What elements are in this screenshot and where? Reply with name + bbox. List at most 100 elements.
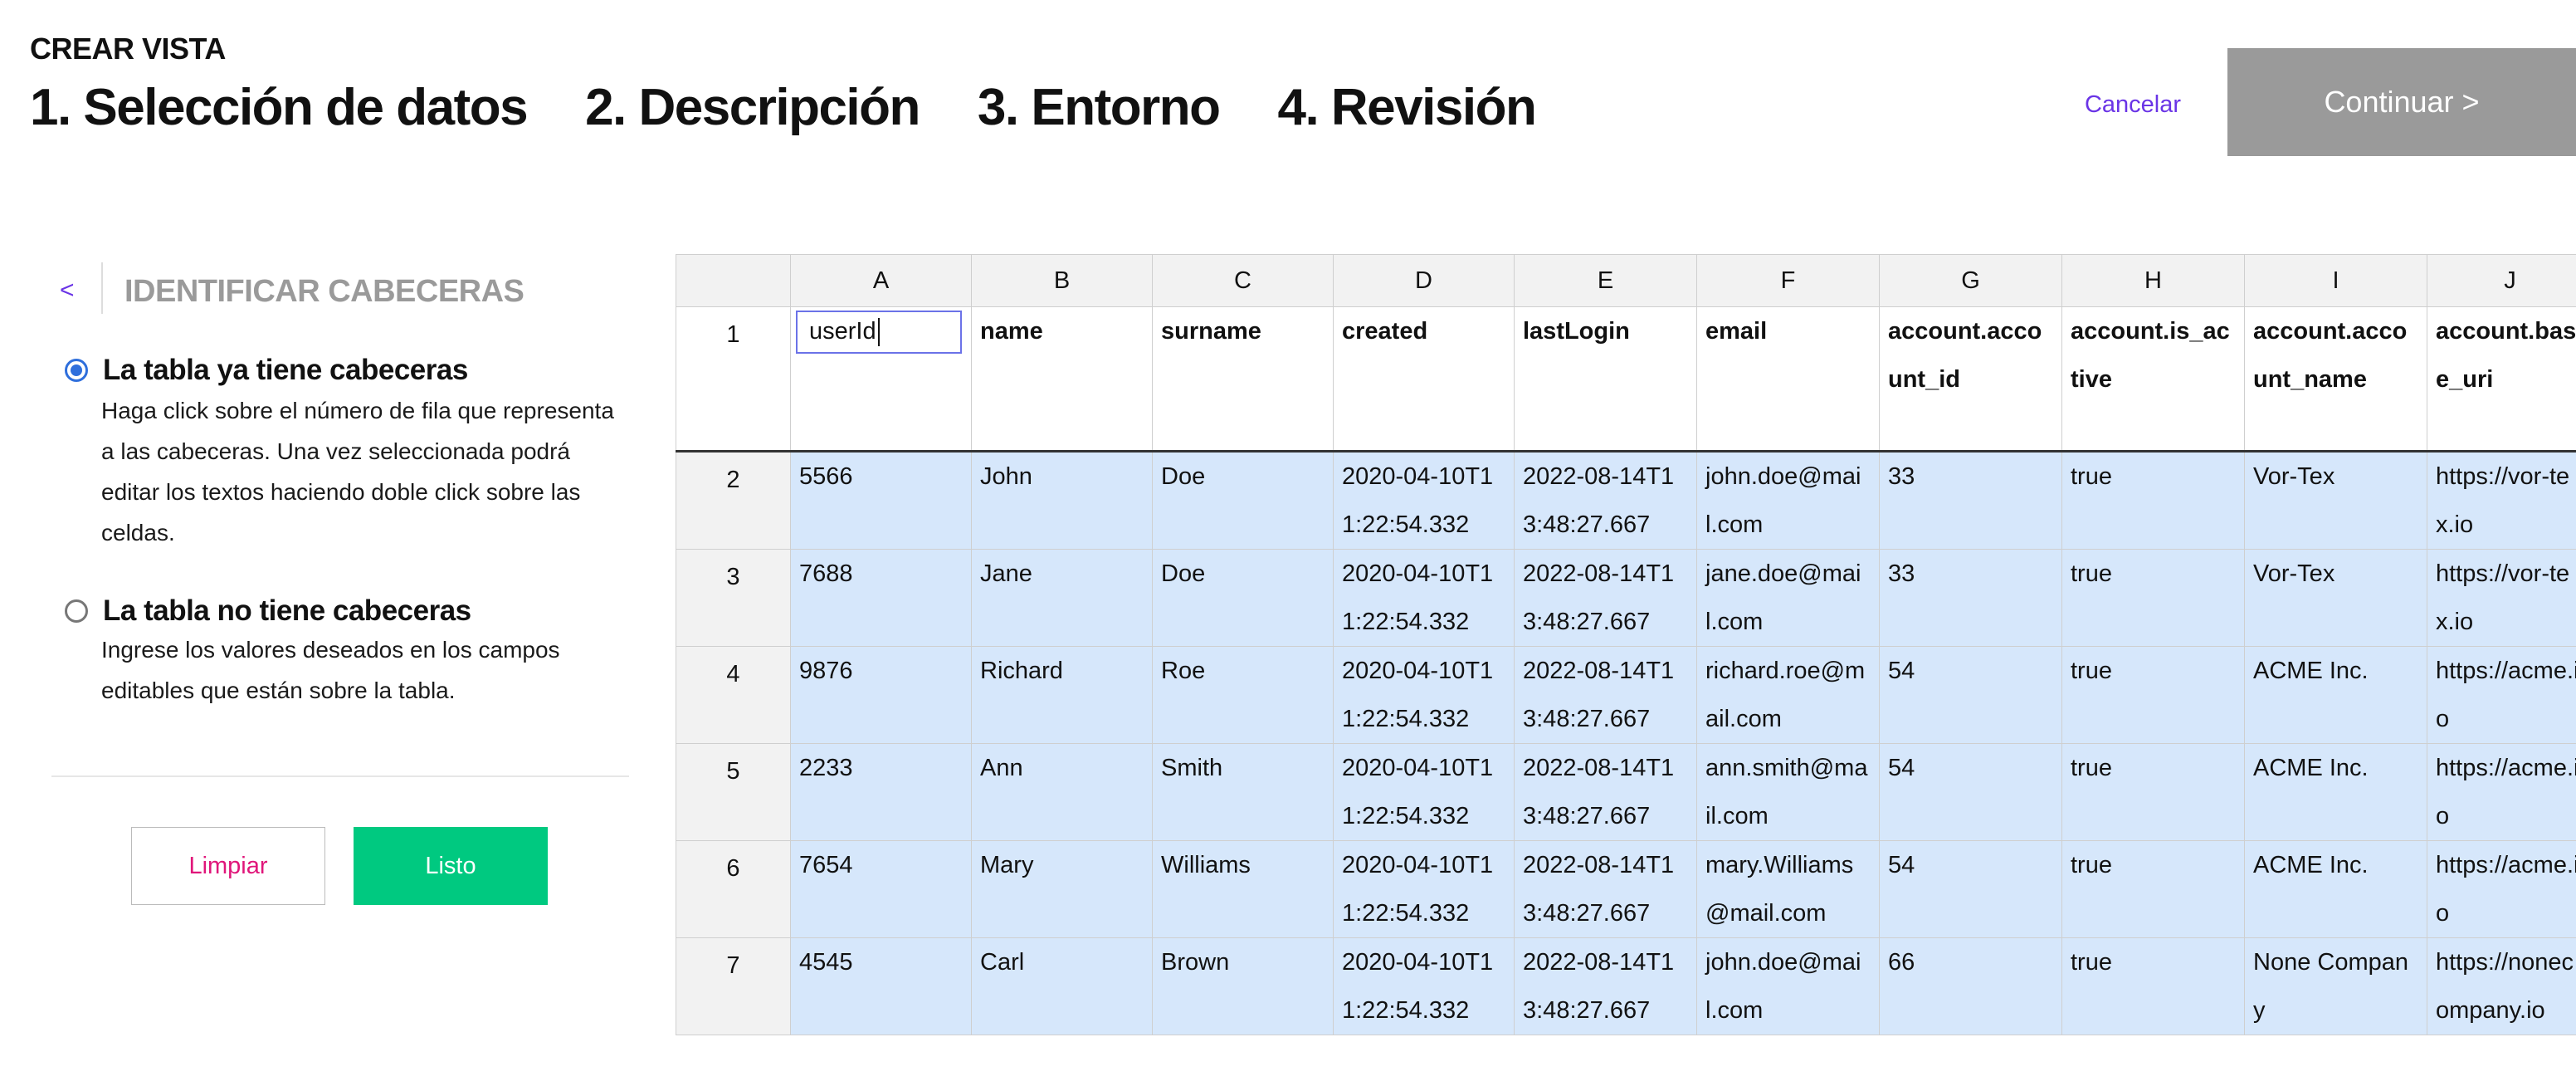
table-cell[interactable]: 33 [1879, 549, 2062, 647]
row-number[interactable]: 3 [676, 549, 791, 647]
table-cell[interactable]: true [2061, 646, 2245, 744]
table-cell[interactable]: Roe [1152, 646, 1334, 744]
header-cell[interactable]: userId [790, 306, 972, 452]
step-review[interactable]: 4. Revisión [1277, 79, 1536, 136]
table-cell[interactable]: 2022-08-14T13:48:27.667 [1514, 549, 1697, 647]
row-number[interactable]: 5 [676, 743, 791, 841]
table-row[interactable]: 6 7654 Mary Williams 2020-04-10T11:22:54.332… [676, 840, 2576, 938]
table-cell[interactable]: jane.doe@mail.com [1696, 549, 1880, 647]
column-header-D[interactable]: D [1333, 254, 1515, 307]
table-row[interactable]: 5 2233 Ann Smith 2020-04-10T11:22:54.332 2022… [676, 743, 2576, 841]
column-header-G[interactable]: G [1879, 254, 2062, 307]
table-cell[interactable]: Ann [971, 743, 1153, 841]
column-header-C[interactable]: C [1152, 254, 1334, 307]
table-cell[interactable]: ann.smith@mail.com [1696, 743, 1880, 841]
table-cell[interactable]: Jane [971, 549, 1153, 647]
column-header-J[interactable]: J [2427, 254, 2576, 307]
table-cell[interactable]: 66 [1879, 937, 2062, 1035]
step-data-selection[interactable]: 1. Selección de datos [30, 79, 529, 136]
table-cell[interactable]: 2020-04-10T11:22:54.332 [1333, 937, 1515, 1035]
table-cell[interactable]: None Company [2244, 937, 2427, 1035]
table-cell[interactable]: https://vor-tex.io [2427, 451, 2576, 550]
done-button[interactable]: Listo [354, 827, 548, 905]
clear-button[interactable]: Limpiar [131, 827, 325, 905]
table-cell[interactable]: Mary [971, 840, 1153, 938]
table-cell[interactable]: true [2061, 937, 2245, 1035]
table-row[interactable]: 7 4545 Carl Brown 2020-04-10T11:22:54.332 202… [676, 937, 2576, 1035]
table-cell[interactable]: 2020-04-10T11:22:54.332 [1333, 451, 1515, 550]
option-has-headers-title[interactable]: La tabla ya tiene cabeceras [103, 354, 468, 387]
table-cell[interactable]: https://vor-tex.io [2427, 549, 2576, 647]
row-number[interactable]: 2 [676, 451, 791, 550]
table-row[interactable]: 4 9876 Richard Roe 2020-04-10T11:22:54.332 20… [676, 646, 2576, 744]
step-description[interactable]: 2. Descripción [585, 79, 920, 136]
table-cell[interactable]: 9876 [790, 646, 972, 744]
table-cell[interactable]: john.doe@mail.com [1696, 937, 1880, 1035]
row-number[interactable]: 1 [676, 306, 791, 452]
table-cell[interactable]: true [2061, 549, 2245, 647]
table-cell[interactable]: Richard [971, 646, 1153, 744]
table-cell[interactable]: 5566 [790, 451, 972, 550]
table-cell[interactable]: 54 [1879, 840, 2062, 938]
column-header-F[interactable]: F [1696, 254, 1880, 307]
table-cell[interactable]: 7688 [790, 549, 972, 647]
table-cell[interactable]: ACME Inc. [2244, 646, 2427, 744]
table-cell[interactable]: https://acme.io [2427, 743, 2576, 841]
table-cell[interactable]: true [2061, 451, 2245, 550]
cancel-button[interactable]: Cancelar [2058, 86, 2208, 123]
table-cell[interactable]: 2022-08-14T13:48:27.667 [1514, 743, 1697, 841]
table-cell[interactable]: 54 [1879, 646, 2062, 744]
table-cell[interactable]: Doe [1152, 451, 1334, 550]
header-cell[interactable]: account.is_active [2061, 306, 2245, 452]
table-row[interactable]: 3 7688 Jane Doe 2020-04-10T11:22:54.332 2022-… [676, 549, 2576, 647]
table-cell[interactable]: john.doe@mail.com [1696, 451, 1880, 550]
table-cell[interactable]: 2020-04-10T11:22:54.332 [1333, 840, 1515, 938]
table-cell[interactable]: 7654 [790, 840, 972, 938]
table-cell[interactable]: true [2061, 743, 2245, 841]
table-cell[interactable]: richard.roe@mail.com [1696, 646, 1880, 744]
table-cell[interactable]: true [2061, 840, 2245, 938]
back-chevron-icon[interactable]: < [60, 274, 93, 307]
table-cell[interactable]: Smith [1152, 743, 1334, 841]
table-cell[interactable]: https://acme.io [2427, 646, 2576, 744]
radio-has-headers[interactable] [65, 359, 88, 382]
table-cell[interactable]: 2020-04-10T11:22:54.332 [1333, 743, 1515, 841]
table-cell[interactable]: 2020-04-10T11:22:54.332 [1333, 549, 1515, 647]
column-header-A[interactable]: A [790, 254, 972, 307]
table-cell[interactable]: https://nonecompany.io [2427, 937, 2576, 1035]
row-number[interactable]: 7 [676, 937, 791, 1035]
table-cell[interactable]: Brown [1152, 937, 1334, 1035]
table-cell[interactable]: 2022-08-14T13:48:27.667 [1514, 646, 1697, 744]
table-cell[interactable]: 2233 [790, 743, 972, 841]
row-number[interactable]: 6 [676, 840, 791, 938]
table-cell[interactable]: https://acme.io [2427, 840, 2576, 938]
row-number[interactable]: 4 [676, 646, 791, 744]
table-cell[interactable]: 54 [1879, 743, 2062, 841]
table-cell[interactable]: 33 [1879, 451, 2062, 550]
table-cell[interactable]: Vor-Tex [2244, 549, 2427, 647]
header-cell[interactable]: account.account_id [1879, 306, 2062, 452]
column-header-H[interactable]: H [2061, 254, 2245, 307]
table-row[interactable]: 2 5566 John Doe 2020-04-10T11:22:54.332 2022-… [676, 451, 2576, 550]
header-cell[interactable]: surname [1152, 306, 1334, 452]
column-header-I[interactable]: I [2244, 254, 2427, 307]
column-header-B[interactable]: B [971, 254, 1153, 307]
header-cell[interactable]: name [971, 306, 1153, 452]
table-cell[interactable]: Carl [971, 937, 1153, 1035]
table-cell[interactable]: 4545 [790, 937, 972, 1035]
header-cell[interactable]: account.account_name [2244, 306, 2427, 452]
header-cell-editor[interactable]: userId [796, 311, 962, 354]
table-cell[interactable]: Doe [1152, 549, 1334, 647]
step-environment[interactable]: 3. Entorno [978, 79, 1221, 136]
header-cell[interactable]: email [1696, 306, 1880, 452]
table-cell[interactable]: 2022-08-14T13:48:27.667 [1514, 840, 1697, 938]
table-cell[interactable]: 2022-08-14T13:48:27.667 [1514, 937, 1697, 1035]
table-cell[interactable]: Vor-Tex [2244, 451, 2427, 550]
header-cell[interactable]: account.base_uri [2427, 306, 2576, 452]
table-cell[interactable]: ACME Inc. [2244, 840, 2427, 938]
table-cell[interactable]: ACME Inc. [2244, 743, 2427, 841]
header-cell[interactable]: created [1333, 306, 1515, 452]
option-no-headers-title[interactable]: La tabla no tiene cabeceras [103, 594, 471, 628]
column-header-E[interactable]: E [1514, 254, 1697, 307]
table-cell[interactable]: John [971, 451, 1153, 550]
